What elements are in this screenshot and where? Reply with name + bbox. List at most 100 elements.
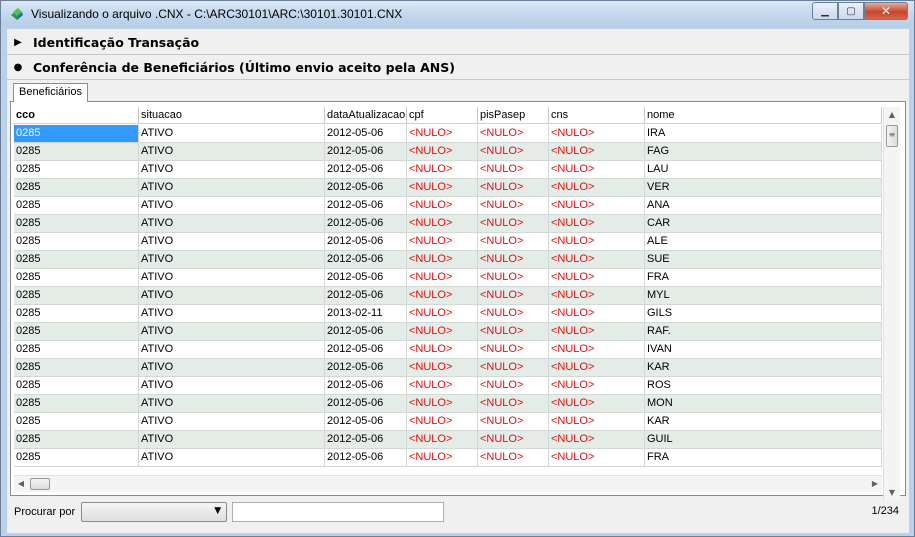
cell-dataatualizacao[interactable]: 2012-05-06 (325, 359, 407, 377)
column-header-cpf[interactable]: cpf (407, 107, 478, 124)
cell-cns[interactable]: <NULO> (549, 251, 645, 269)
cell-cns[interactable]: <NULO> (549, 377, 645, 395)
cell-pispasep[interactable]: <NULO> (478, 161, 549, 179)
column-header-situacao[interactable]: situacao (139, 107, 325, 124)
vertical-scrollbar[interactable]: ▲ ≡ ▼ (883, 107, 900, 501)
cell-cpf[interactable]: <NULO> (407, 233, 478, 251)
cell-situacao[interactable]: ATIVO (139, 269, 325, 287)
cell-cns[interactable]: <NULO> (549, 359, 645, 377)
cell-dataatualizacao[interactable]: 2012-05-06 (325, 197, 407, 215)
cell-cpf[interactable]: <NULO> (407, 359, 478, 377)
cell-cpf[interactable]: <NULO> (407, 197, 478, 215)
cell-situacao[interactable]: ATIVO (139, 161, 325, 179)
horizontal-scrollbar[interactable]: ◀ ▶ (14, 475, 882, 492)
close-button[interactable]: ✕ (864, 2, 908, 20)
cell-cco[interactable]: 0285 (14, 305, 139, 323)
cell-nome[interactable]: KAR (645, 359, 882, 377)
table-row[interactable]: 0285 ATIVO 2012-05-06 <NULO> <NULO> <NULO> CAR (14, 215, 882, 233)
column-header-pispasep[interactable]: pisPasep (478, 107, 549, 124)
cell-pispasep[interactable]: <NULO> (478, 215, 549, 233)
cell-cpf[interactable]: <NULO> (407, 269, 478, 287)
table-row[interactable]: 0285 ATIVO 2012-05-06 <NULO> <NULO> <NULO> FAG (14, 143, 882, 161)
cell-cpf[interactable]: <NULO> (407, 323, 478, 341)
column-header-cns[interactable]: cns (549, 107, 645, 124)
cell-dataatualizacao[interactable]: 2012-05-06 (325, 269, 407, 287)
table-row[interactable]: 0285 ATIVO 2012-05-06 <NULO> <NULO> <NULO> SUE (14, 251, 882, 269)
cell-cco[interactable]: 0285 (14, 323, 139, 341)
cell-cpf[interactable]: <NULO> (407, 143, 478, 161)
cell-cco[interactable]: 0285 (14, 377, 139, 395)
cell-situacao[interactable]: ATIVO (139, 323, 325, 341)
cell-cns[interactable]: <NULO> (549, 179, 645, 197)
cell-pispasep[interactable]: <NULO> (478, 287, 549, 305)
search-input[interactable] (232, 502, 445, 522)
cell-dataatualizacao[interactable]: 2012-05-06 (325, 395, 407, 413)
cell-cco[interactable]: 0285 (14, 179, 139, 197)
section-identificacao[interactable]: ▶ Identificação Transação (7, 30, 909, 55)
cell-nome[interactable]: SUE (645, 251, 882, 269)
cell-dataatualizacao[interactable]: 2012-05-06 (325, 251, 407, 269)
table-row[interactable]: 0285 ATIVO 2013-02-11 <NULO> <NULO> <NULO> GIL… (14, 305, 882, 323)
scroll-up-icon[interactable]: ▲ (884, 107, 900, 123)
cell-cco[interactable]: 0285 (14, 341, 139, 359)
cell-pispasep[interactable]: <NULO> (478, 197, 549, 215)
cell-nome[interactable]: CAR (645, 215, 882, 233)
cell-pispasep[interactable]: <NULO> (478, 431, 549, 449)
table-row[interactable]: 0285 ATIVO 2012-05-06 <NULO> <NULO> <NULO> ROS (14, 377, 882, 395)
cell-situacao[interactable]: ATIVO (139, 395, 325, 413)
cell-nome[interactable]: IVAN (645, 341, 882, 359)
cell-situacao[interactable]: ATIVO (139, 449, 325, 467)
cell-cns[interactable]: <NULO> (549, 305, 645, 323)
cell-nome[interactable]: IRA (645, 125, 882, 143)
search-field-select[interactable]: ▼ (81, 502, 228, 522)
column-header-cco[interactable]: cco (14, 107, 139, 124)
cell-cns[interactable]: <NULO> (549, 431, 645, 449)
cell-cco[interactable]: 0285 (14, 395, 139, 413)
cell-pispasep[interactable]: <NULO> (478, 251, 549, 269)
cell-dataatualizacao[interactable]: 2012-05-06 (325, 287, 407, 305)
cell-cns[interactable]: <NULO> (549, 413, 645, 431)
minimize-button[interactable]: ▁ (812, 2, 838, 20)
cell-cns[interactable]: <NULO> (549, 323, 645, 341)
cell-pispasep[interactable]: <NULO> (478, 359, 549, 377)
cell-cpf[interactable]: <NULO> (407, 449, 478, 467)
cell-cco[interactable]: 0285 (14, 215, 139, 233)
cell-cpf[interactable]: <NULO> (407, 179, 478, 197)
cell-nome[interactable]: GUIL (645, 431, 882, 449)
cell-dataatualizacao[interactable]: 2012-05-06 (325, 431, 407, 449)
cell-cco[interactable]: 0285 (14, 251, 139, 269)
cell-dataatualizacao[interactable]: 2012-05-06 (325, 179, 407, 197)
cell-pispasep[interactable]: <NULO> (478, 269, 549, 287)
column-header-dataatualizacao[interactable]: dataAtualizacao (325, 107, 407, 124)
cell-cco[interactable]: 0285 (14, 431, 139, 449)
section-conferencia[interactable]: ● Conferência de Beneficiários (Último e… (7, 55, 909, 80)
cell-dataatualizacao[interactable]: 2013-02-11 (325, 305, 407, 323)
cell-situacao[interactable]: ATIVO (139, 215, 325, 233)
cell-situacao[interactable]: ATIVO (139, 251, 325, 269)
cell-cpf[interactable]: <NULO> (407, 413, 478, 431)
cell-pispasep[interactable]: <NULO> (478, 395, 549, 413)
table-row[interactable]: 0285 ATIVO 2012-05-06 <NULO> <NULO> <NULO> MYL (14, 287, 882, 305)
cell-nome[interactable]: MON (645, 395, 882, 413)
cell-situacao[interactable]: ATIVO (139, 143, 325, 161)
cell-pispasep[interactable]: <NULO> (478, 341, 549, 359)
cell-pispasep[interactable]: <NULO> (478, 413, 549, 431)
table-row[interactable]: 0285 ATIVO 2012-05-06 <NULO> <NULO> <NULO> GUI… (14, 431, 882, 449)
cell-cpf[interactable]: <NULO> (407, 251, 478, 269)
cell-nome[interactable]: VER (645, 179, 882, 197)
cell-cpf[interactable]: <NULO> (407, 377, 478, 395)
cell-cpf[interactable]: <NULO> (407, 305, 478, 323)
scroll-left-icon[interactable]: ◀ (14, 476, 28, 492)
cell-cco[interactable]: 0285 (14, 287, 139, 305)
cell-cns[interactable]: <NULO> (549, 449, 645, 467)
cell-cco[interactable]: 0285 (14, 143, 139, 161)
cell-nome[interactable]: KAR (645, 413, 882, 431)
cell-situacao[interactable]: ATIVO (139, 233, 325, 251)
cell-pispasep[interactable]: <NULO> (478, 323, 549, 341)
cell-nome[interactable]: ROS (645, 377, 882, 395)
horizontal-scroll-thumb[interactable] (30, 478, 50, 490)
tab-beneficiarios[interactable]: Beneficiários (13, 83, 88, 102)
table-row[interactable]: 0285 ATIVO 2012-05-06 <NULO> <NULO> <NULO> ALE (14, 233, 882, 251)
cell-nome[interactable]: FRA (645, 269, 882, 287)
cell-situacao[interactable]: ATIVO (139, 413, 325, 431)
